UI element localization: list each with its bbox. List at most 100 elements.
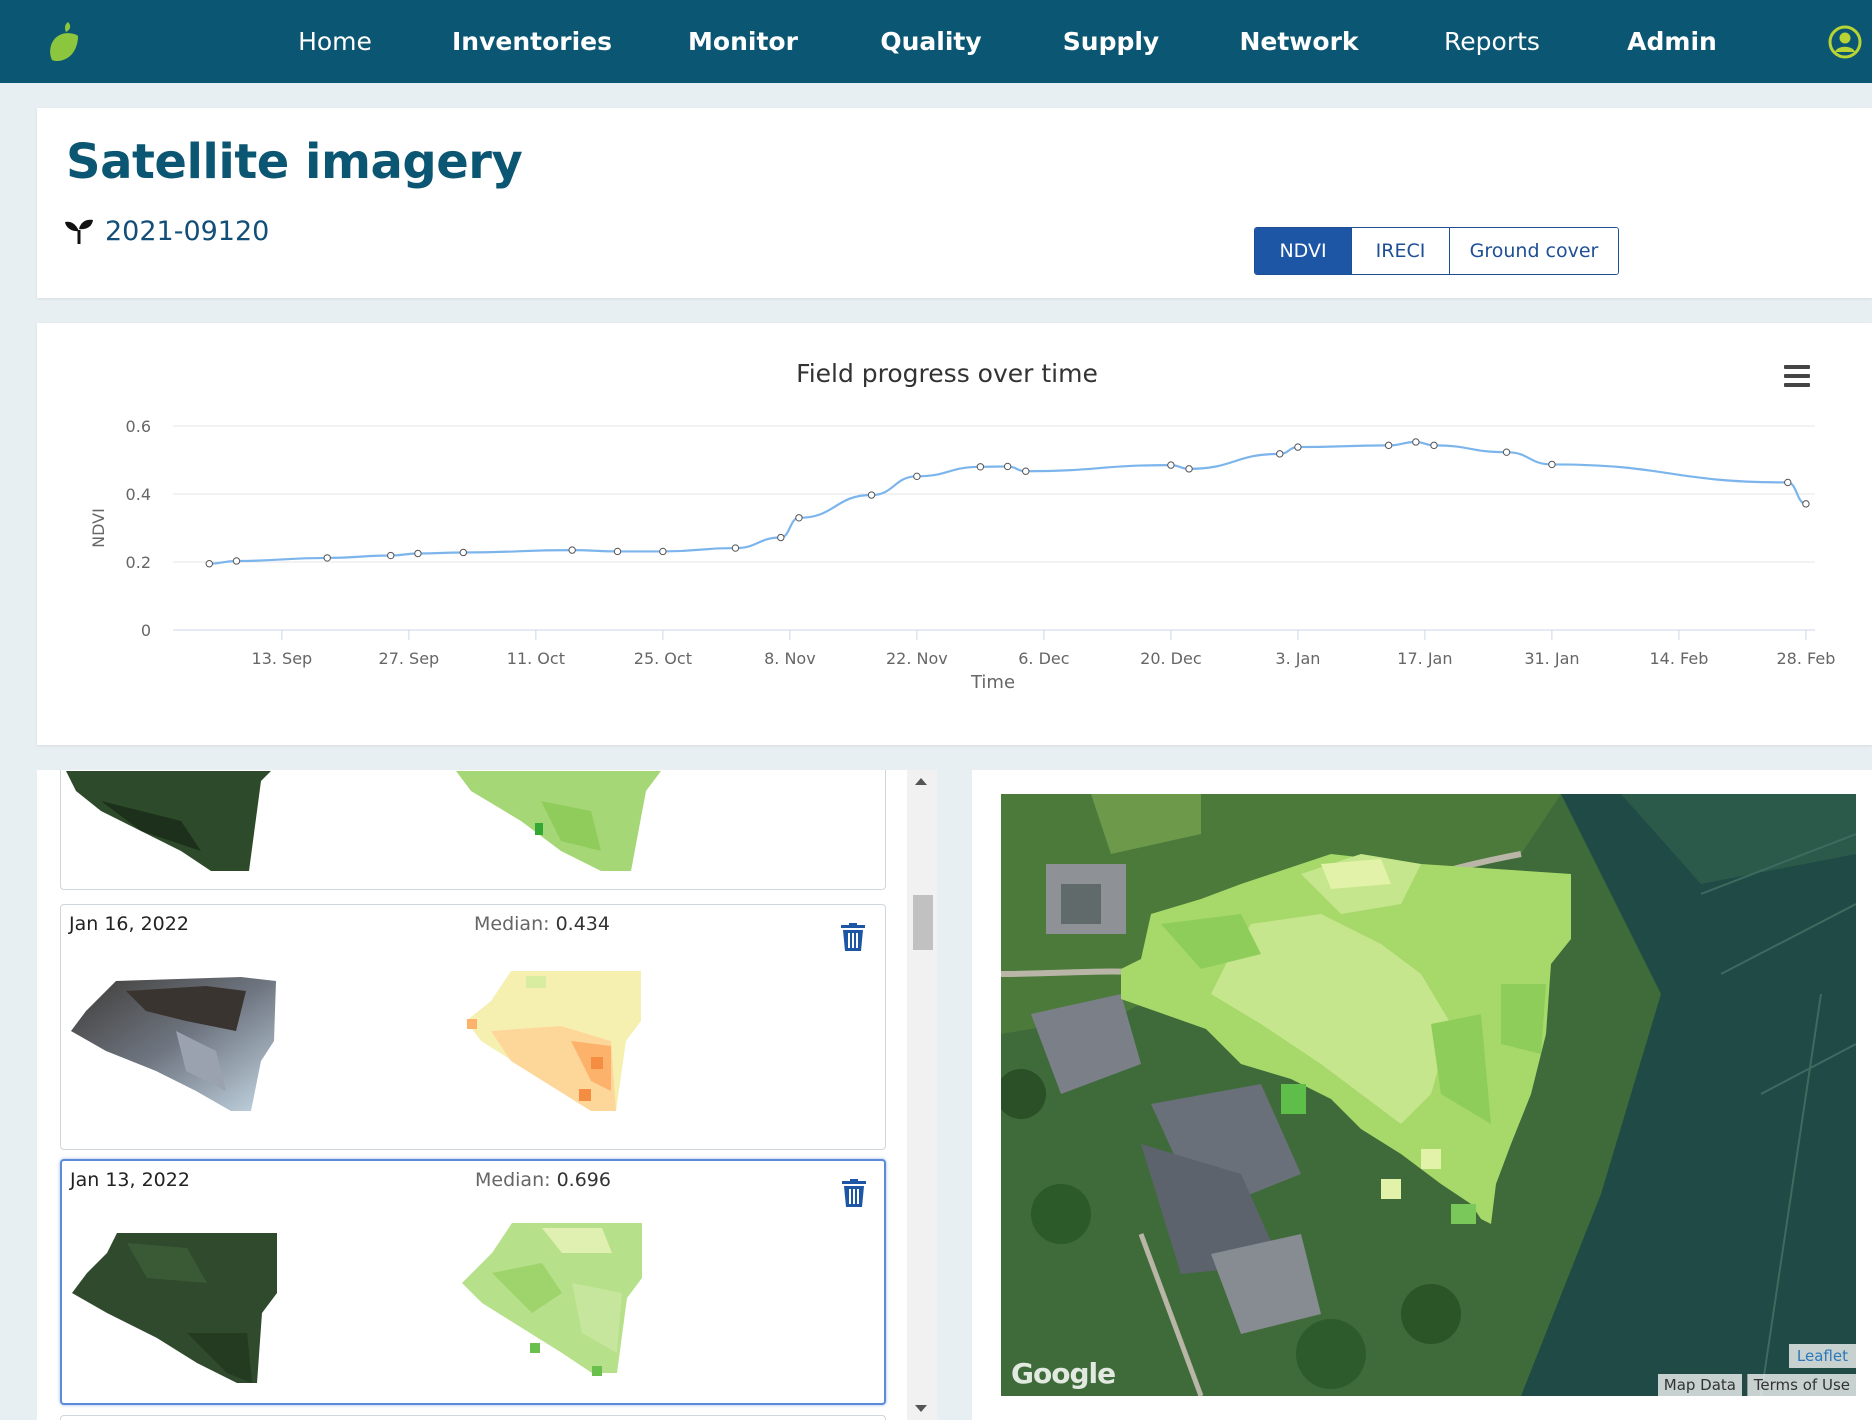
ndvi-thumbnail (462, 1223, 642, 1376)
image-median: Median: 0.696 (475, 1169, 611, 1191)
sprout-icon (65, 219, 93, 244)
chart-data-point (867, 491, 876, 499)
chart-y-tick-label: 0.4 (126, 485, 151, 504)
image-date: Jan 16, 2022 (69, 913, 189, 935)
nav-monitor[interactable]: Monitor (682, 0, 804, 83)
image-card[interactable]: Jan 16, 2022 Median: 0.434 (60, 904, 886, 1150)
chart-x-tick-label: 6. Dec (1018, 649, 1069, 668)
image-list-scrollbar[interactable] (907, 770, 937, 1420)
scroll-thumb[interactable] (913, 895, 933, 950)
chart-data-point (777, 533, 785, 542)
nav-network[interactable]: Network (1234, 0, 1364, 83)
chart-x-tick-label: 22. Nov (886, 649, 948, 668)
chart-x-axis-label: Time (970, 672, 1015, 693)
rgb-thumbnail (71, 977, 276, 1111)
chart-y-tick-label: 0.6 (126, 417, 151, 436)
chart-data-point (1802, 500, 1810, 508)
chart-data-point (976, 463, 985, 471)
chart-data-point (387, 551, 395, 560)
chart-data-point (659, 547, 667, 556)
chart-data-point (1412, 438, 1420, 446)
chart-series-line (209, 440, 1807, 565)
chart-menu-icon[interactable] (1784, 365, 1810, 387)
chart-x-tick-label: 17. Jan (1397, 649, 1452, 668)
chart-data-point (1185, 465, 1193, 473)
trash-icon[interactable] (842, 1179, 866, 1207)
chart-data-point (1276, 450, 1284, 458)
top-navigation: Home Inventories Monitor Quality Supply … (0, 0, 1872, 83)
trash-icon[interactable] (841, 923, 865, 951)
chart-x-tick-label: 31. Jan (1524, 649, 1579, 668)
chart-y-axis-label: NDVI (89, 508, 108, 548)
satellite-map[interactable]: Google Leaflet Map Data Terms of Use (1001, 794, 1856, 1396)
map-canvas[interactable] (1001, 794, 1856, 1396)
user-icon[interactable] (1828, 25, 1862, 59)
chart-title: Field progress over time (796, 359, 1098, 388)
chart-data-point (731, 544, 740, 552)
image-median: Median: 0.434 (474, 913, 610, 935)
image-card-selected[interactable]: Jan 13, 2022 Median: 0.696 (60, 1159, 886, 1405)
chart-x-tick-label: 27. Sep (379, 649, 440, 668)
page-title: Satellite imagery (66, 134, 523, 190)
chart-y-tick-label: 0.2 (126, 553, 151, 572)
index-toggle-group: NDVI IRECI Ground cover (1254, 227, 1619, 275)
chart-data-point (232, 557, 241, 565)
image-list-panel: Jan 16, 2022 Median: 0.434 Jan 13, 2022 … (37, 770, 937, 1420)
field-id-link[interactable]: 2021-09120 (105, 216, 269, 247)
nav-supply[interactable]: Supply (1058, 0, 1164, 83)
ndvi-thumbnail (466, 971, 641, 1111)
nav-reports[interactable]: Reports (1432, 0, 1552, 83)
leaflet-attribution-link[interactable]: Leaflet (1788, 1344, 1856, 1368)
chart-data-point (1430, 441, 1438, 450)
chart-x-tick-label: 3. Jan (1275, 649, 1320, 668)
ndvi-thumbnail (456, 771, 661, 871)
chart-x-tick-label: 13. Sep (252, 649, 313, 668)
chart-data-point (414, 549, 422, 558)
chart-data-point (1294, 443, 1302, 451)
map-data-link[interactable]: Map Data (1657, 1374, 1742, 1396)
rgb-thumbnail (72, 1233, 277, 1383)
map-card: Google Leaflet Map Data Terms of Use (972, 770, 1872, 1420)
ndvi-line-chart: Field progress over time NDVI Time 0 0.2 0… (89, 359, 1835, 693)
chart-data-point (913, 472, 921, 481)
chart-data-point (613, 547, 622, 556)
chart-x-tick-label: 25. Oct (634, 649, 692, 668)
ireci-toggle-button[interactable]: IRECI (1352, 228, 1450, 274)
chart-x-tick-label: 28. Feb (1776, 649, 1835, 668)
chart-data-point (323, 554, 331, 562)
image-card[interactable] (60, 1415, 886, 1420)
rgb-thumbnail (66, 771, 271, 871)
nav-quality[interactable]: Quality (876, 0, 986, 83)
ndvi-toggle-button[interactable]: NDVI (1255, 228, 1352, 274)
nav-inventories[interactable]: Inventories (450, 0, 614, 83)
nav-admin[interactable]: Admin (1622, 0, 1722, 83)
chart-data-point (459, 548, 467, 557)
ground-cover-toggle-button[interactable]: Ground cover (1450, 228, 1618, 274)
leaf-logo-icon[interactable] (46, 20, 80, 62)
scroll-up-arrow-icon[interactable] (915, 778, 927, 785)
chart-x-tick-label: 14. Feb (1649, 649, 1708, 668)
nav-home[interactable]: Home (285, 0, 385, 83)
chart-data-point (1784, 478, 1792, 487)
chart-x-tick-label: 8. Nov (764, 649, 816, 668)
scroll-down-arrow-icon[interactable] (915, 1405, 927, 1412)
chart-card: Field progress over time NDVI Time 0 0.2 0… (37, 323, 1872, 745)
chart-data-point (1003, 462, 1012, 471)
chart-data-point (1167, 461, 1175, 469)
terms-of-use-link[interactable]: Terms of Use (1746, 1374, 1856, 1396)
median-value: 0.696 (556, 1169, 611, 1191)
median-value: 0.434 (555, 913, 610, 935)
chart-data-point (1502, 448, 1511, 456)
chart-y-tick-label: 0 (141, 621, 151, 640)
chart-data-point (568, 546, 576, 554)
image-card[interactable] (60, 770, 886, 890)
chart-data-point (795, 514, 803, 522)
chart-data-point (205, 560, 213, 568)
chart-data-point (1384, 441, 1393, 450)
chart-x-tick-label: 20. Dec (1140, 649, 1202, 668)
google-logo: Google (1011, 1357, 1116, 1390)
header-card: Satellite imagery 2021-09120 NDVI IRECI … (37, 108, 1872, 298)
chart-data-point (1548, 460, 1556, 469)
chart-data-point (1022, 467, 1030, 475)
chart-x-tick-label: 11. Oct (507, 649, 565, 668)
